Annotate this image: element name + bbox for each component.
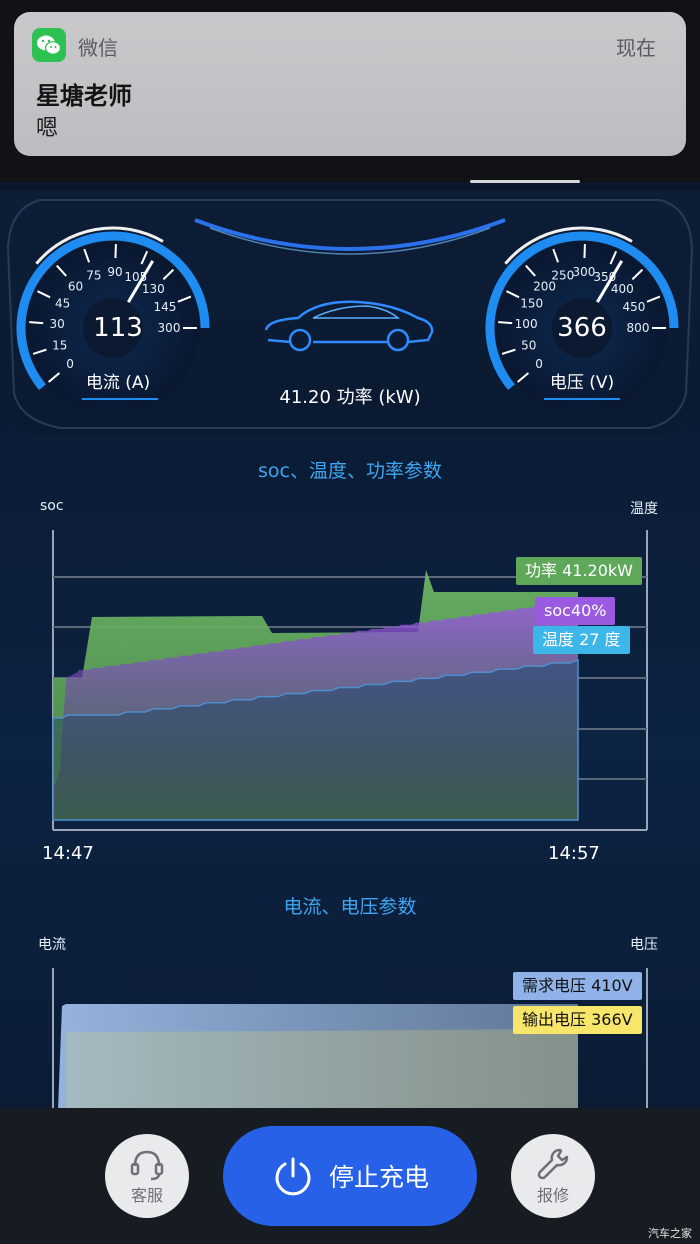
voltage-gauge-tick-label: 400 [611, 282, 634, 296]
current-underline [82, 398, 158, 400]
chart1-title: soc、温度、功率参数 [258, 460, 442, 482]
voltage-label: 电压 (V) [549, 373, 615, 393]
customer-service-button[interactable]: 客服 [105, 1134, 189, 1218]
current-value: 113 [93, 313, 143, 343]
notification-app-name: 微信 [78, 36, 118, 60]
notification-time: 现在 [616, 36, 656, 60]
notification-message: 嗯 [36, 116, 59, 141]
legend-output-voltage: 输出电压 366V [513, 1006, 642, 1034]
stop-charging-button[interactable]: 停止充电 [223, 1126, 477, 1226]
current-gauge-tick-label: 15 [52, 338, 67, 352]
voltage-underline [544, 398, 620, 400]
voltage-gauge-tick-label: 800 [627, 321, 650, 335]
stop-charging-label: 停止充电 [328, 1163, 429, 1192]
current-gauge-tick-label: 145 [153, 300, 176, 314]
headset-icon [130, 1150, 164, 1181]
notification-sender: 星塘老师 [36, 82, 132, 110]
cur-gauge-tick [29, 321, 44, 325]
chart1-start-time: 14:47 [42, 843, 94, 864]
voltage-gauge-tick-label: 450 [622, 300, 645, 314]
current-label: 电流 (A) [85, 373, 151, 393]
chart1-end-time: 14:57 [548, 843, 600, 864]
legend-demand-voltage: 需求电压 410V [513, 972, 642, 1000]
watermark: 汽车之家 [648, 1227, 692, 1240]
current-gauge-tick-label: 130 [142, 282, 165, 296]
voltage-gauge-tick-label: 50 [521, 338, 536, 352]
voltage-gauge-tick-label: 300 [573, 265, 596, 279]
chart2-left-axis-label: 电流 [38, 937, 66, 953]
legend-power: 功率 41.20kW [516, 557, 642, 585]
repair-label: 报修 [536, 1186, 569, 1205]
vol-gauge-tick [498, 321, 513, 325]
current-gauge-tick-label: 75 [86, 268, 101, 282]
wrench-icon [537, 1148, 569, 1180]
chart2-right-axis-label: 电压 [630, 937, 658, 953]
current-gauge-tick-label: 60 [68, 279, 83, 293]
chart1-left-axis-label: soc [40, 498, 64, 514]
current-gauge-tick-label: 90 [107, 265, 122, 279]
power-icon [275, 1157, 311, 1196]
current-gauge-tick-label: 45 [55, 296, 70, 310]
car-icon [264, 300, 434, 352]
voltage-gauge-tick-label: 250 [551, 268, 574, 282]
wechat-icon [32, 28, 66, 62]
power-readout: 41.20 功率 (kW) [279, 387, 421, 408]
voltage-gauge-tick-label: 150 [520, 296, 543, 310]
customer-service-label: 客服 [130, 1186, 163, 1205]
legend-soc: soc40% [535, 597, 616, 625]
legend-temp: 温度 27 度 [533, 626, 630, 654]
current-gauge-tick-label: 30 [49, 317, 64, 331]
chart1-right-axis-label: 温度 [630, 501, 658, 517]
repair-button[interactable]: 报修 [511, 1134, 595, 1218]
current-gauge-tick-label: 300 [158, 321, 181, 335]
voltage-gauge-tick-label: 100 [515, 317, 538, 331]
chart2-title: 电流、电压参数 [283, 896, 417, 918]
voltage-value: 366 [557, 313, 607, 343]
home-indicator [470, 180, 580, 183]
